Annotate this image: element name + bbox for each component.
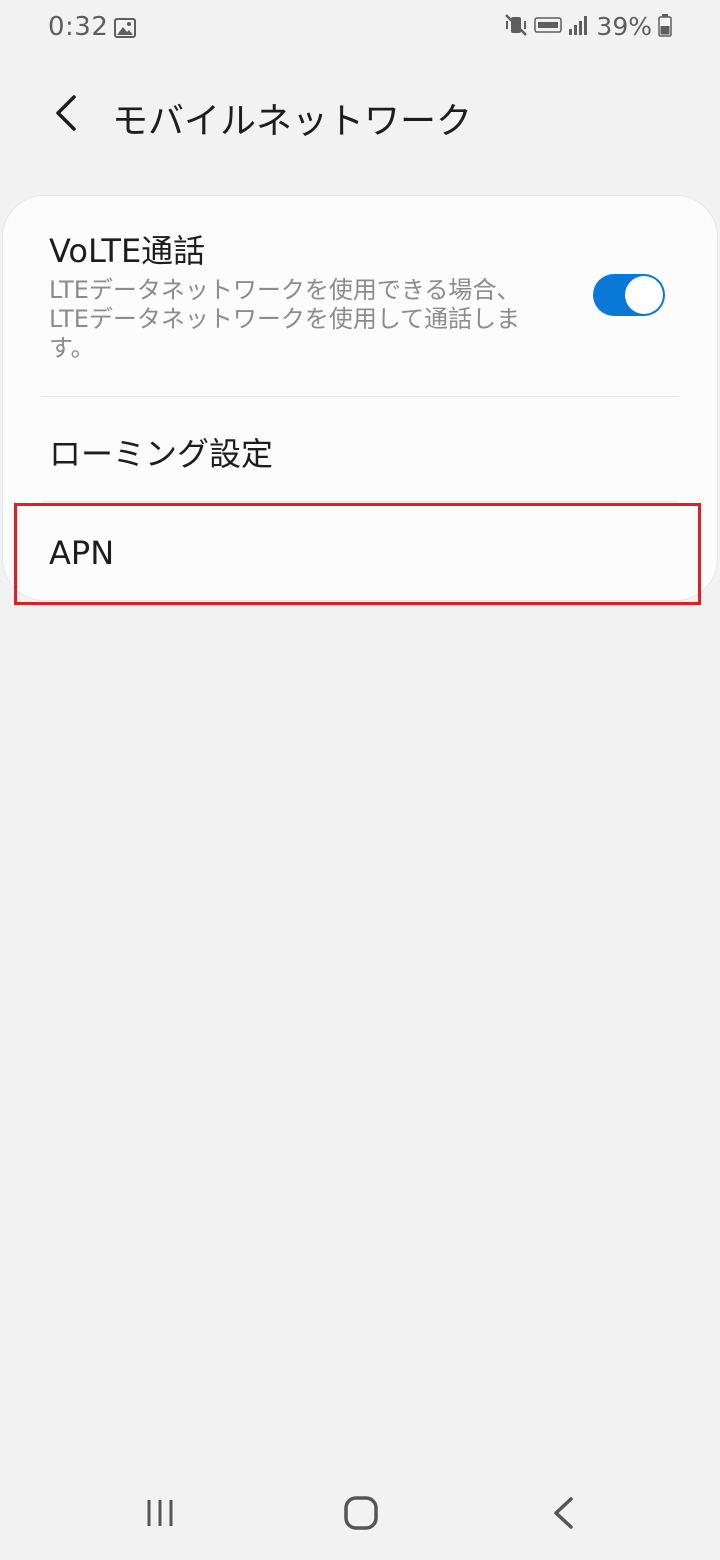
status-time: 0:32 [48, 12, 109, 42]
gallery-icon [114, 18, 136, 38]
back-button[interactable] [40, 88, 90, 142]
volte-title: VoLTE通話 [49, 232, 206, 270]
status-icons: 39% [504, 12, 672, 41]
toggle-knob [625, 276, 663, 314]
roaming-settings-row[interactable]: ローミング設定 [3, 397, 717, 501]
recents-button[interactable] [130, 1490, 190, 1540]
home-icon [343, 1495, 379, 1535]
mute-vibrate-icon [504, 13, 528, 41]
volte-setting-row[interactable]: VoLTE通話 LTEデータネットワークを使用できる場合、LTEデータネットワー… [3, 196, 717, 396]
battery-percent: 39% [596, 12, 652, 41]
battery-icon [658, 13, 672, 41]
volte-icon [534, 16, 563, 37]
recents-icon [144, 1497, 176, 1533]
status-bar: 0:32 39% [0, 0, 720, 58]
settings-card: VoLTE通話 LTEデータネットワークを使用できる場合、LTEデータネットワー… [2, 195, 718, 601]
apn-label: APN [49, 534, 115, 572]
volte-description: LTEデータネットワークを使用できる場合、LTEデータネットワークを使用して通話… [49, 276, 521, 362]
volte-toggle[interactable] [593, 274, 665, 316]
back-icon [551, 1496, 575, 1534]
home-button[interactable] [331, 1490, 391, 1540]
apn-row[interactable]: APN [3, 502, 717, 602]
page-title: モバイルネットワーク [112, 101, 473, 142]
roaming-settings-label: ローミング設定 [49, 435, 274, 473]
navigation-bar [0, 1470, 720, 1560]
chevron-left-icon [52, 93, 78, 137]
app-header: モバイルネットワーク [0, 70, 720, 160]
nav-back-button[interactable] [533, 1490, 593, 1540]
signal-icon [568, 14, 590, 40]
